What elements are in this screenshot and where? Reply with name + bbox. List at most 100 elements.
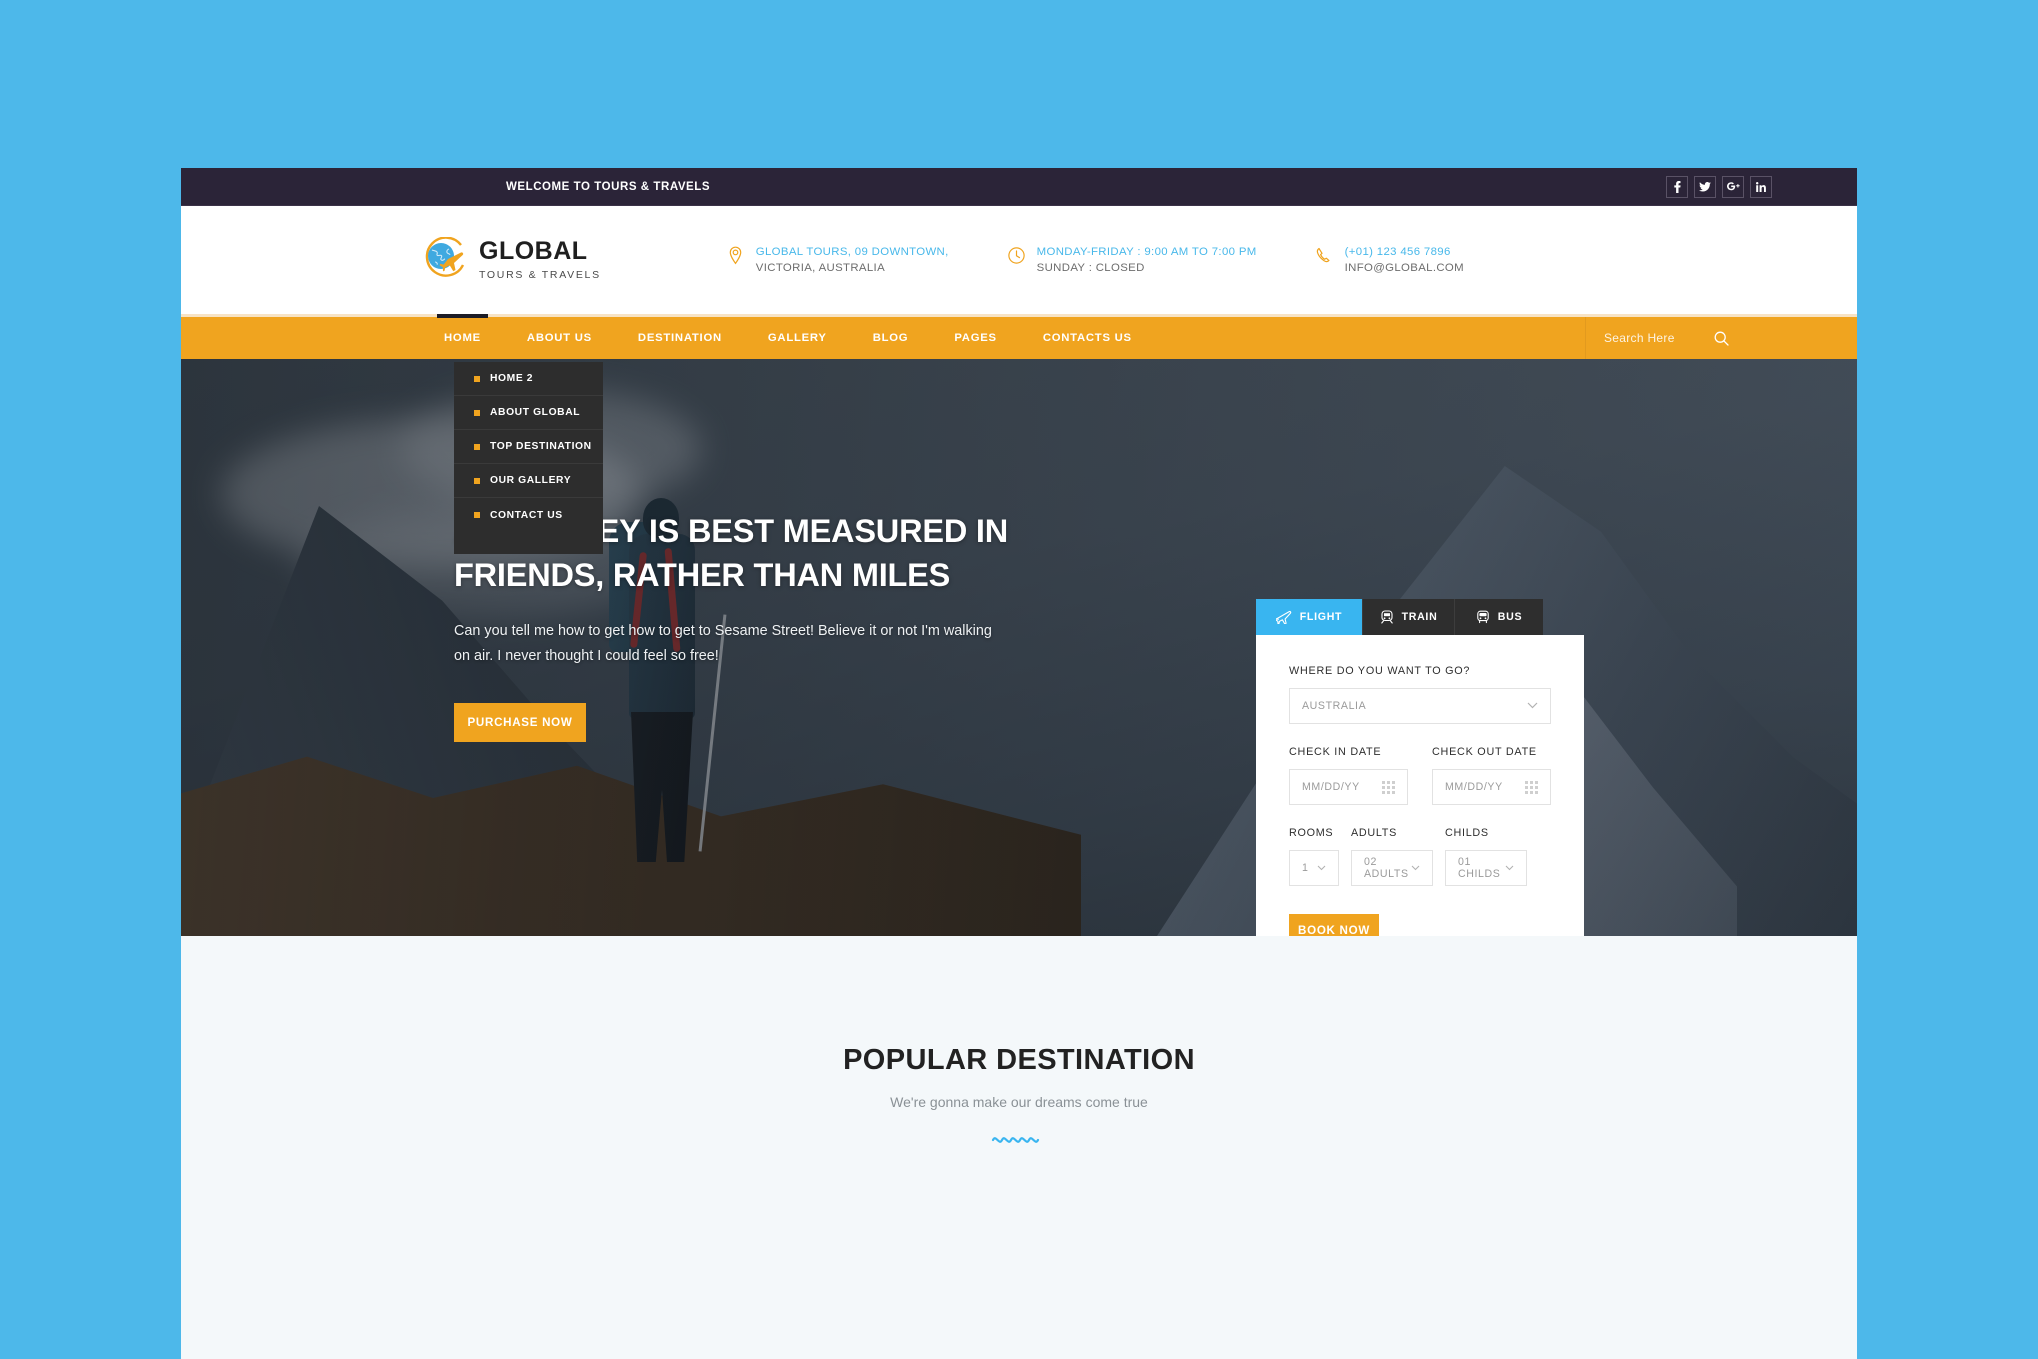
booking-form: WHERE DO YOU WANT TO GO? AUSTRALIA CHECK… <box>1256 635 1584 936</box>
social-links <box>1666 175 1772 198</box>
info-hours-line1: MONDAY-FRIDAY : 9:00 AM TO 7:00 PM <box>1036 246 1257 258</box>
plane-icon <box>1275 610 1292 624</box>
bullet-icon <box>474 409 480 416</box>
logo-title: GLOBAL <box>479 237 588 265</box>
facebook-icon[interactable] <box>1666 175 1688 198</box>
nav-item-gallery[interactable]: GALLERY <box>745 317 850 359</box>
tab-flight[interactable]: FLIGHT <box>1256 599 1363 635</box>
section-title: POPULAR DESTINATION <box>843 1044 1195 1076</box>
nav-item-pages[interactable]: PAGES <box>931 317 1019 359</box>
info-address-line2: VICTORIA, AUSTRALIA <box>755 262 886 274</box>
dropdown-item-home-2[interactable]: HOME 2 <box>454 362 603 396</box>
purchase-now-button[interactable]: PURCHASE NOW <box>454 703 586 742</box>
nav-item-about-us[interactable]: ABOUT US <box>504 317 615 359</box>
bullet-icon <box>474 375 480 382</box>
logo[interactable]: GLOBAL TOURS & TRAVELS <box>421 236 601 283</box>
rooms-select[interactable]: 1 <box>1289 850 1339 886</box>
childs-value: 01 CHILDS <box>1458 856 1501 880</box>
search-icon[interactable] <box>1706 331 1736 346</box>
nav-item-home[interactable]: HOME <box>421 314 504 359</box>
bullet-icon <box>474 477 480 484</box>
checkin-date-input[interactable]: MM/DD/YY <box>1289 769 1408 805</box>
info-address-line1: GLOBAL TOURS, 09 DOWNTOWN, <box>755 246 949 258</box>
home-dropdown-menu: HOME 2 ABOUT GLOBAL TOP DESTINATION OUR … <box>454 362 603 554</box>
childs-select[interactable]: 01 CHILDS <box>1445 850 1527 886</box>
calendar-icon <box>1525 780 1538 794</box>
info-hours: MONDAY-FRIDAY : 9:00 AM TO 7:00 PM SUNDA… <box>1007 244 1257 276</box>
dropdown-item-label: CONTACT US <box>490 509 563 521</box>
chevron-down-icon <box>1411 862 1420 874</box>
adults-select[interactable]: 02 ADULTS <box>1351 850 1433 886</box>
hero-description: Can you tell me how to get how to get to… <box>454 623 992 664</box>
welcome-text: WELCOME TO TOURS & TRAVELS <box>506 180 711 193</box>
dropdown-item-our-gallery[interactable]: OUR GALLERY <box>454 464 603 498</box>
nav-items: HOME ABOUT US DESTINATION GALLERY BLOG P… <box>421 314 1155 359</box>
checkout-date-input[interactable]: MM/DD/YY <box>1432 769 1551 805</box>
tab-train[interactable]: TRAIN <box>1363 599 1455 635</box>
train-icon <box>1380 610 1394 624</box>
globe-plane-logo-icon <box>421 236 471 283</box>
bullet-icon <box>474 443 480 450</box>
popular-destination-section: POPULAR DESTINATION We're gonna make our… <box>181 936 1857 1359</box>
dropdown-item-label: HOME 2 <box>490 373 534 384</box>
info-phone-line1: (+01) 123 456 7896 <box>1344 246 1451 258</box>
phone-icon <box>1315 246 1334 265</box>
dropdown-item-about-global[interactable]: ABOUT GLOBAL <box>454 396 603 430</box>
checkin-placeholder: MM/DD/YY <box>1302 781 1360 793</box>
chevron-down-icon <box>1317 862 1326 874</box>
tab-bus-label: BUS <box>1497 611 1523 623</box>
book-now-button[interactable]: BOOK NOW <box>1289 914 1379 936</box>
bus-icon <box>1476 610 1490 624</box>
destination-label: WHERE DO YOU WANT TO GO? <box>1289 665 1471 677</box>
dropdown-item-label: ABOUT GLOBAL <box>490 407 581 418</box>
booking-widget: FLIGHT TRAIN BUS WHERE DO YOU WANT TO GO… <box>1256 599 1584 936</box>
calendar-icon <box>1382 780 1395 794</box>
info-phone: (+01) 123 456 7896 INFO@GLOBAL.COM <box>1315 244 1464 276</box>
logo-subtitle: TOURS & TRAVELS <box>479 269 601 281</box>
hero-banner: A JOURNEY IS BEST MEASURED IN FRIENDS, R… <box>181 359 1857 936</box>
nav-item-blog[interactable]: BLOG <box>850 317 932 359</box>
dropdown-item-label: OUR GALLERY <box>490 475 572 486</box>
nav-item-contacts-us[interactable]: CONTACTS US <box>1020 317 1155 359</box>
main-navigation: HOME ABOUT US DESTINATION GALLERY BLOG P… <box>181 314 1857 554</box>
rooms-value: 1 <box>1302 862 1309 874</box>
checkout-placeholder: MM/DD/YY <box>1445 781 1503 793</box>
twitter-icon[interactable] <box>1694 175 1716 198</box>
clock-icon <box>1007 246 1026 265</box>
adults-label: ADULTS <box>1351 827 1397 839</box>
dropdown-item-label: TOP DESTINATION <box>490 441 592 452</box>
info-hours-line2: SUNDAY : CLOSED <box>1036 262 1145 274</box>
chevron-down-icon <box>1527 700 1538 712</box>
checkout-label: CHECK OUT DATE <box>1432 746 1537 758</box>
occupancy-row: ROOMS 1 ADULTS 02 ADULTS CHILDS 01 CHILD… <box>1289 827 1551 886</box>
section-subtitle: We're gonna make our dreams come true <box>890 1094 1148 1110</box>
dropdown-item-contact-us[interactable]: CONTACT US <box>454 498 603 532</box>
website-page: WELCOME TO TOURS & TRAVELS GLOBAL TOURS … <box>181 168 1857 1359</box>
nav-item-destination[interactable]: DESTINATION <box>615 317 745 359</box>
info-address: GLOBAL TOURS, 09 DOWNTOWN, VICTORIA, AUS… <box>726 244 949 276</box>
tab-bus[interactable]: BUS <box>1455 599 1543 635</box>
tab-flight-label: FLIGHT <box>1299 611 1343 623</box>
bullet-icon <box>474 512 480 518</box>
adults-value: 02 ADULTS <box>1364 856 1409 880</box>
google-plus-icon[interactable] <box>1722 175 1744 198</box>
destination-select[interactable]: AUSTRALIA <box>1289 688 1551 724</box>
tab-train-label: TRAIN <box>1401 611 1438 623</box>
checkin-label: CHECK IN DATE <box>1289 746 1382 758</box>
dropdown-item-top-destination[interactable]: TOP DESTINATION <box>454 430 603 464</box>
childs-label: CHILDS <box>1445 827 1489 839</box>
date-row: CHECK IN DATE MM/DD/YY CHECK OUT DATE MM… <box>1289 746 1551 805</box>
site-header: GLOBAL TOURS & TRAVELS GLOBAL TOURS, 09 … <box>181 206 1857 314</box>
header-contact-info: GLOBAL TOURS, 09 DOWNTOWN, VICTORIA, AUS… <box>726 244 1464 276</box>
wave-divider-icon <box>991 1132 1047 1150</box>
top-bar: WELCOME TO TOURS & TRAVELS <box>181 168 1857 206</box>
booking-tabs: FLIGHT TRAIN BUS <box>1256 599 1584 635</box>
search-input[interactable] <box>1586 331 1706 345</box>
chevron-down-icon <box>1505 862 1514 874</box>
rooms-label: ROOMS <box>1289 827 1334 839</box>
destination-value: AUSTRALIA <box>1302 700 1367 712</box>
linkedin-icon[interactable] <box>1750 175 1772 198</box>
search-box <box>1585 317 1751 359</box>
location-pin-icon <box>726 246 745 265</box>
info-phone-line2: INFO@GLOBAL.COM <box>1344 262 1464 274</box>
